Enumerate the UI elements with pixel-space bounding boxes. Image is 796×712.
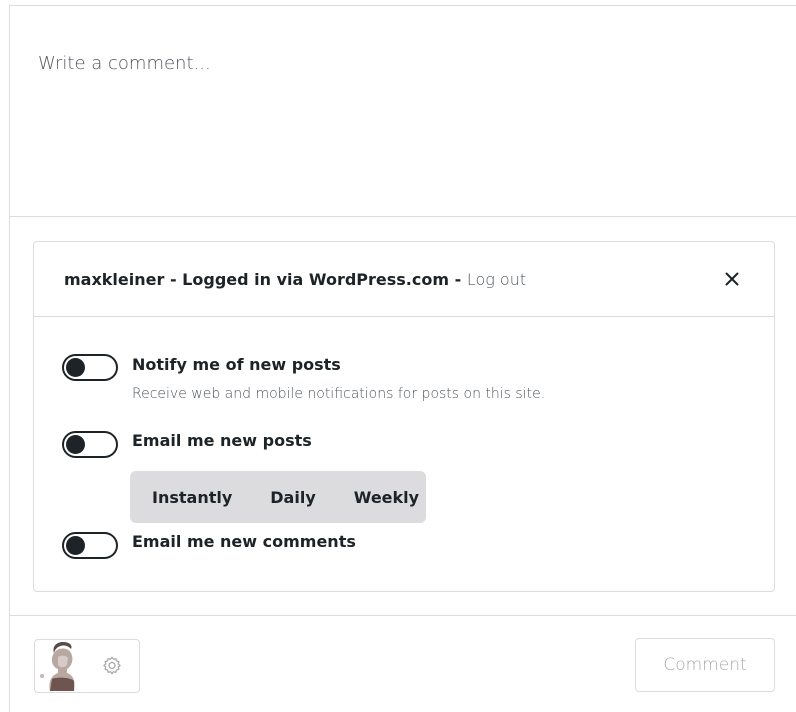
email-posts-toggle[interactable] [62,431,118,458]
close-icon[interactable] [720,267,744,291]
comment-textarea[interactable] [10,6,796,217]
logout-link[interactable]: Log out [467,270,526,289]
email-posts-label: Email me new posts [132,431,312,450]
email-comments-label: Email me new comments [132,532,356,551]
frequency-instantly-button[interactable]: Instantly [152,488,232,507]
account-selector[interactable] [34,639,140,693]
panel-header: maxkleiner - Logged in via WordPress.com… [34,242,774,317]
toggle-knob [66,536,85,555]
gear-icon[interactable] [101,655,123,681]
subscription-panel: maxkleiner - Logged in via WordPress.com… [33,241,775,592]
toggle-knob [66,358,85,377]
toggle-knob [66,435,85,454]
username: maxkleiner [64,269,165,289]
notify-posts-description: Receive web and mobile notifications for… [132,386,546,402]
login-status: maxkleiner - Logged in via WordPress.com… [64,270,526,289]
frequency-daily-button[interactable]: Daily [270,488,315,507]
email-frequency-selector: Instantly Daily Weekly [130,471,426,523]
frequency-weekly-button[interactable]: Weekly [354,488,419,507]
comment-form: maxkleiner - Logged in via WordPress.com… [9,5,796,712]
avatar [36,641,88,691]
notify-posts-toggle[interactable] [62,354,118,381]
notify-posts-label: Notify me of new posts [132,355,341,374]
comment-submit-button[interactable]: Comment [635,638,775,692]
email-comments-toggle[interactable] [62,532,118,559]
logged-in-text: - Logged in via WordPress.com - [164,269,467,289]
footer-divider [10,615,796,616]
